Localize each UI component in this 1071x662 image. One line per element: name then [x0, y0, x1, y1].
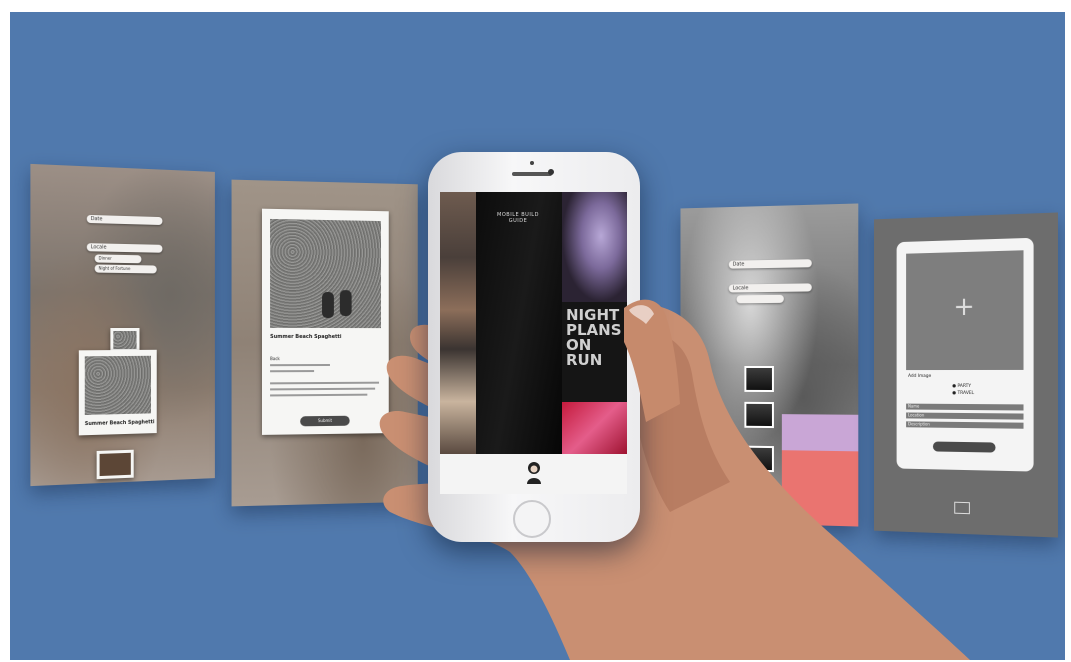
thumb — [624, 299, 680, 422]
photo-scene: Date Locale Dinner Night of Fortune Summ… — [10, 12, 1065, 660]
